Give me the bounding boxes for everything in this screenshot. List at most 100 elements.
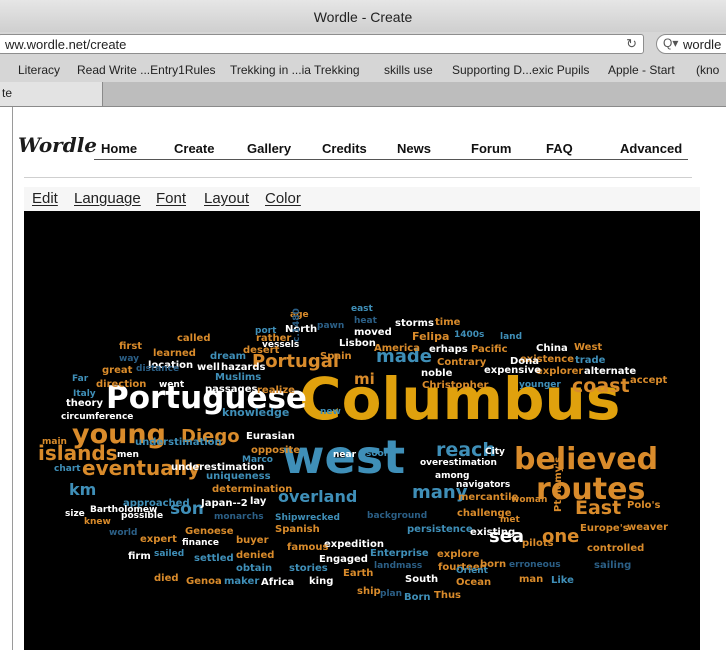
- bookmark-item[interactable]: Supporting D...exic Pupils: [452, 63, 589, 77]
- nav-gallery[interactable]: Gallery: [247, 141, 291, 156]
- cloud-word: Like: [551, 575, 574, 586]
- cloud-word: alternate: [584, 366, 636, 377]
- menu-edit[interactable]: Edit: [32, 190, 58, 207]
- cloud-word: went: [159, 380, 185, 390]
- bookmark-item[interactable]: Literacy: [18, 63, 60, 77]
- browser-tab[interactable]: te: [0, 82, 103, 106]
- cloud-word: Africa: [261, 577, 294, 588]
- nav-forum[interactable]: Forum: [471, 141, 511, 156]
- cloud-word: 1400s: [454, 330, 484, 340]
- cloud-word: pawn: [317, 321, 344, 331]
- cloud-word: possible: [121, 511, 163, 521]
- cloud-word: famous: [287, 542, 329, 553]
- search-text[interactable]: wordle: [683, 37, 721, 52]
- nav-divider: [94, 159, 688, 160]
- divider: [12, 107, 13, 650]
- menu-language[interactable]: Language: [74, 190, 141, 207]
- cloud-word: Japan--2: [200, 498, 248, 509]
- cloud-word: passages: [205, 384, 257, 395]
- cloud-word: West: [574, 342, 602, 353]
- cloud-word: chart: [54, 464, 81, 474]
- cloud-word: km: [69, 480, 96, 499]
- cloud-word: obtain: [236, 563, 272, 574]
- menu-font[interactable]: Font: [156, 190, 186, 207]
- cloud-word: younger: [519, 380, 561, 390]
- bookmark-item[interactable]: Trekking in ...ia Trekking: [230, 63, 360, 77]
- cloud-word: mi: [354, 370, 375, 388]
- cloud-word: storms: [395, 318, 434, 329]
- cloud-word: controlled: [587, 543, 644, 554]
- cloud-word: desert: [243, 345, 280, 356]
- cloud-word: settled: [194, 553, 234, 564]
- bookmark-item[interactable]: Read Write ...Entry1Rules: [77, 63, 216, 77]
- cloud-word: Eurasian: [246, 431, 295, 442]
- cloud-word: knew: [84, 517, 111, 527]
- cloud-word: size: [65, 509, 85, 519]
- cloud-word: Genoese: [185, 526, 234, 537]
- cloud-word: born: [480, 559, 506, 570]
- cloud-word: plan: [380, 589, 402, 599]
- cloud-word: distance: [136, 364, 179, 374]
- cloud-word: background: [367, 511, 427, 521]
- cloud-word: circumference: [61, 412, 133, 422]
- cloud-word: time: [435, 317, 461, 328]
- nav-advanced[interactable]: Advanced: [620, 141, 682, 156]
- nav-news[interactable]: News: [397, 141, 431, 156]
- cloud-word: maker: [224, 576, 259, 587]
- cloud-word: Ptolemy's: [553, 457, 564, 512]
- tab-bar: te: [0, 82, 726, 107]
- nav-faq[interactable]: FAQ: [546, 141, 573, 156]
- nav-home[interactable]: Home: [101, 141, 137, 156]
- cloud-word: Shipwrecked: [275, 513, 340, 523]
- cloud-word: Lisbon: [339, 338, 376, 349]
- reload-icon[interactable]: ↻: [626, 36, 637, 52]
- bookmark-item[interactable]: skills use: [384, 63, 433, 77]
- browser-window: Wordle - Create ww.wordle.net/create ↻ Q…: [0, 0, 726, 650]
- cloud-word: main: [42, 437, 67, 447]
- cloud-word: Genoa: [186, 576, 222, 587]
- cloud-word: met: [500, 515, 520, 525]
- cloud-word: accept: [630, 375, 668, 386]
- cloud-word: man: [519, 574, 543, 585]
- url-text[interactable]: ww.wordle.net/create: [5, 37, 126, 52]
- bookmark-item[interactable]: (kno: [696, 63, 719, 77]
- menu-color[interactable]: Color: [265, 190, 301, 207]
- bookmark-item[interactable]: Apple - Start: [608, 63, 675, 77]
- cloud-word: navigators: [456, 480, 510, 490]
- cloud-word: first: [119, 341, 142, 352]
- cloud-word: noble: [421, 368, 453, 379]
- title-bar: Wordle - Create: [0, 0, 726, 33]
- cloud-word: Earth: [343, 568, 373, 579]
- cloud-word: way: [119, 354, 139, 364]
- cloud-word: knowledge: [222, 406, 289, 419]
- cloud-word: c.1480: [292, 308, 302, 342]
- cloud-word: explorer: [536, 366, 583, 377]
- cloud-word: erhaps: [429, 344, 468, 355]
- cloud-word: mercantile: [458, 492, 519, 503]
- wordle-logo[interactable]: Wordle: [18, 133, 97, 157]
- cloud-word: buyer: [236, 535, 269, 546]
- cloud-word: dream: [210, 351, 246, 362]
- menu-layout[interactable]: Layout: [204, 190, 249, 207]
- cloud-word: determination: [212, 484, 292, 495]
- nav-create[interactable]: Create: [174, 141, 214, 156]
- cloud-word: finance: [182, 538, 219, 548]
- search-icon[interactable]: Q▾: [663, 36, 678, 50]
- word-cloud-canvas[interactable]: Columbus west Portuguese believed routes youn…: [24, 211, 700, 650]
- cloud-word: Far: [72, 374, 89, 384]
- tab-label[interactable]: te: [2, 86, 12, 100]
- cloud-word: theory: [66, 398, 103, 409]
- cloud-word: Polo's: [627, 500, 661, 511]
- address-bar[interactable]: ww.wordle.net/create ↻: [0, 34, 644, 54]
- window-title: Wordle - Create: [313, 9, 413, 25]
- cloud-word: sailing: [594, 560, 631, 571]
- cloud-word: east: [351, 304, 374, 314]
- nav-credits[interactable]: Credits: [322, 141, 367, 156]
- cloud-word: America: [374, 343, 420, 354]
- toolbar: ww.wordle.net/create ↻ Q▾ wordle: [0, 32, 726, 58]
- search-field[interactable]: Q▾ wordle: [656, 34, 726, 54]
- cloud-word: lay: [250, 496, 267, 507]
- cloud-word: South: [405, 574, 438, 585]
- cloud-word: pilots: [522, 538, 554, 549]
- cloud-word: persistence: [407, 524, 473, 535]
